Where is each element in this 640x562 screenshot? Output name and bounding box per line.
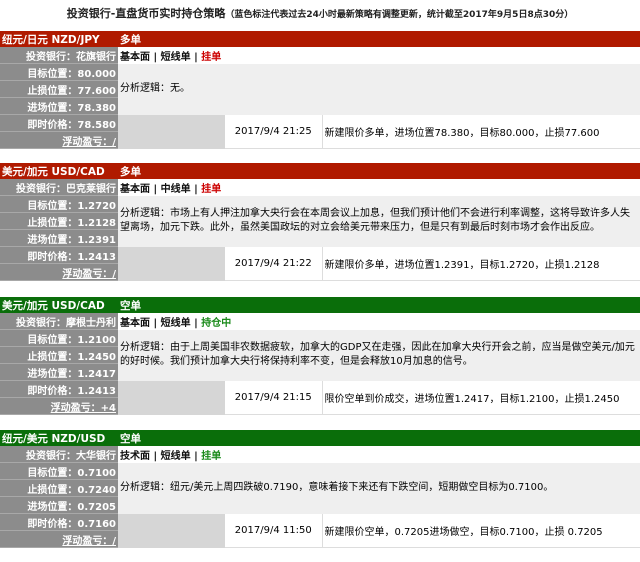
separator: | xyxy=(150,450,161,462)
subtitle: （蓝色标注代表过去24小时最新策略有调整更新，统计截至2017年9月5日8点30… xyxy=(225,10,574,20)
separator: | xyxy=(150,317,161,329)
strategy-block: 美元/加元 USD/CAD 多单 投资银行：巴克莱银行 基本面 | 中线单 | 挂单… xyxy=(0,163,640,281)
status-label: 挂单 xyxy=(201,450,222,462)
currency-pair: 美元/加元 USD/CAD xyxy=(0,297,118,313)
separator: | xyxy=(190,317,202,329)
bank-label: 投资银行：花旗银行 xyxy=(0,47,118,64)
entry-price: 进场位置：0.7205 xyxy=(0,496,118,514)
status-label: 挂单 xyxy=(201,51,222,63)
blank-cell xyxy=(118,380,225,415)
floating-pnl-link[interactable]: 浮动盈亏：/ xyxy=(0,530,118,548)
strategy-block: 美元/加元 USD/CAD 空单 投资银行：摩根士丹利 基本面 | 短线单 | 持仓… xyxy=(0,297,640,415)
blank-cell xyxy=(118,114,225,149)
blank-cell xyxy=(118,513,225,548)
tag-basis: 技术面 xyxy=(120,450,150,462)
analysis-text: 分析逻辑：由于上周美国非农数据疲软，加拿大的GDP又在走强，因此在加拿大央行开会… xyxy=(118,329,640,381)
tags: 基本面 | 中线单 | 挂单 xyxy=(118,179,640,196)
current-price: 即时价格：1.2413 xyxy=(0,246,118,264)
target-price: 目标位置：80.000 xyxy=(0,63,118,81)
tag-term: 中线单 xyxy=(160,183,191,195)
direction: 空单 xyxy=(118,430,640,446)
separator: | xyxy=(190,51,202,63)
tag-term: 短线单 xyxy=(160,450,191,462)
entry-price: 进场位置：78.380 xyxy=(0,97,118,115)
direction: 空单 xyxy=(118,297,640,313)
tag-basis: 基本面 xyxy=(120,51,150,63)
tag-basis: 基本面 xyxy=(120,183,150,195)
update-note: 新建限价多单，进场位置78.380，目标80.000，止损77.600 xyxy=(321,114,640,149)
block-header: 纽元/日元 NZD/JPY 多单 xyxy=(0,31,640,47)
floating-pnl-link[interactable]: 浮动盈亏：/ xyxy=(0,131,118,149)
update-note: 限价空单到价成交，进场位置1.2417，目标1.2100，止损1.2450 xyxy=(321,380,640,415)
update-date: 2017/9/4 11:50 xyxy=(225,513,322,548)
currency-pair: 纽元/日元 NZD/JPY xyxy=(0,31,118,47)
update-date: 2017/9/4 21:22 xyxy=(225,246,322,281)
direction: 多单 xyxy=(118,163,640,179)
bank-label: 投资银行：巴克莱银行 xyxy=(0,179,118,196)
stop-loss: 止损位置：77.600 xyxy=(0,80,118,98)
blank-cell xyxy=(118,246,225,281)
floating-pnl-link[interactable]: 浮动盈亏：+4 xyxy=(0,397,118,415)
tags: 基本面 | 短线单 | 挂单 xyxy=(118,47,640,64)
current-price: 即时价格：1.2413 xyxy=(0,380,118,398)
bank-label: 投资银行：摩根士丹利 xyxy=(0,313,118,330)
stop-loss: 止损位置：1.2450 xyxy=(0,346,118,364)
separator: | xyxy=(150,51,161,63)
status-label: 挂单 xyxy=(201,183,222,195)
floating-pnl-link[interactable]: 浮动盈亏：/ xyxy=(0,263,118,281)
current-price: 即时价格：78.580 xyxy=(0,114,118,132)
tag-basis: 基本面 xyxy=(120,317,150,329)
separator: | xyxy=(150,183,161,195)
strategy-block: 纽元/日元 NZD/JPY 多单 投资银行：花旗银行 基本面 | 短线单 | 挂单 … xyxy=(0,31,640,149)
target-price: 目标位置：0.7100 xyxy=(0,462,118,480)
status-label: 持仓中 xyxy=(201,317,232,329)
block-header: 美元/加元 USD/CAD 多单 xyxy=(0,163,640,179)
strategy-block: 纽元/美元 NZD/USD 空单 投资银行：大华银行 技术面 | 短线单 | 挂单 … xyxy=(0,430,640,548)
update-note: 新建限价多单，进场位置1.2391，目标1.2720，止损1.2128 xyxy=(321,246,640,281)
target-price: 目标位置：1.2720 xyxy=(0,195,118,213)
entry-price: 进场位置：1.2417 xyxy=(0,363,118,381)
tag-term: 短线单 xyxy=(160,51,191,63)
entry-price: 进场位置：1.2391 xyxy=(0,229,118,247)
bank-label: 投资银行：大华银行 xyxy=(0,446,118,463)
currency-pair: 美元/加元 USD/CAD xyxy=(0,163,118,179)
analysis-text: 分析逻辑：纽元/美元上周四跌破0.7190，意味着接下来还有下跌空间，短期做空目… xyxy=(118,462,640,514)
block-header: 纽元/美元 NZD/USD 空单 xyxy=(0,430,640,446)
tags: 技术面 | 短线单 | 挂单 xyxy=(118,446,640,463)
update-date: 2017/9/4 21:15 xyxy=(225,380,322,415)
stop-loss: 止损位置：0.7240 xyxy=(0,479,118,497)
page-title: 投资银行-直盘货币实时持仓策略（蓝色标注代表过去24小时最新策略有调整更新，统计… xyxy=(0,0,640,31)
separator: | xyxy=(190,183,202,195)
separator: | xyxy=(190,450,202,462)
currency-pair: 纽元/美元 NZD/USD xyxy=(0,430,118,446)
tag-term: 短线单 xyxy=(160,317,191,329)
stop-loss: 止损位置：1.2128 xyxy=(0,212,118,230)
current-price: 即时价格：0.7160 xyxy=(0,513,118,531)
update-date: 2017/9/4 21:25 xyxy=(225,114,322,149)
tags: 基本面 | 短线单 | 持仓中 xyxy=(118,313,640,330)
analysis-text: 分析逻辑：无。 xyxy=(118,63,640,115)
update-note: 新建限价空单，0.7205进场做空，目标0.7100，止损 0.7205 xyxy=(321,513,640,548)
title-text: 投资银行-直盘货币实时持仓策略 xyxy=(66,7,226,20)
analysis-text: 分析逻辑：市场上有人押注加拿大央行会在本周会议上加息，但我们预计他们不会进行利率… xyxy=(118,195,640,247)
target-price: 目标位置：1.2100 xyxy=(0,329,118,347)
direction: 多单 xyxy=(118,31,640,47)
block-header: 美元/加元 USD/CAD 空单 xyxy=(0,297,640,313)
